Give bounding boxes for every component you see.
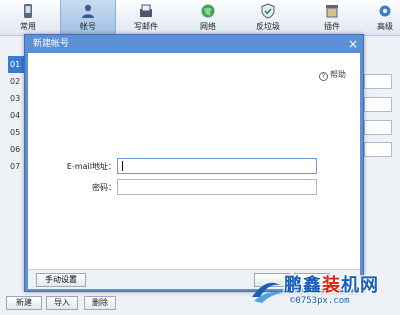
watermark: 鹏鑫装机网 ©0753px.com	[244, 269, 394, 311]
background-field[interactable]	[364, 74, 392, 89]
help-link[interactable]: ? 帮助	[319, 69, 346, 81]
toolbar-item-antispam[interactable]: 反垃圾	[240, 0, 296, 36]
close-icon[interactable]: ×	[348, 36, 358, 52]
toolbar-item-network[interactable]: 网络	[180, 0, 236, 36]
new-account-dialog: 新建帐号 × ? 帮助 E-mail地址： 密码： 手动设置	[24, 34, 364, 292]
toolbar-item-plugins[interactable]: 插件	[304, 0, 360, 36]
background-field[interactable]	[364, 142, 392, 157]
background-field[interactable]	[364, 97, 392, 112]
new-account-button[interactable]: 新建	[6, 296, 42, 310]
main-toolbar: 常用 帐号 写邮件 网络 反垃圾 插件 高级	[0, 0, 400, 36]
toolbar-label: 反垃圾	[256, 22, 280, 31]
dialog-body: ? 帮助 E-mail地址： 密码： 手动设置	[28, 53, 360, 289]
globe-icon	[201, 4, 215, 18]
delete-button[interactable]: 删除	[84, 296, 116, 310]
brand-logo-icon	[252, 282, 282, 303]
background-field[interactable]	[364, 120, 392, 135]
watermark-brand: 鹏鑫装机网	[284, 275, 379, 296]
compose-icon	[140, 4, 152, 17]
help-icon: ?	[319, 72, 328, 81]
toolbar-label: 插件	[324, 22, 340, 31]
password-label: 密码：	[92, 183, 116, 192]
import-button[interactable]: 导入	[46, 296, 78, 310]
phone-icon	[24, 4, 32, 18]
toolbar-label: 高级	[377, 22, 393, 31]
toolbar-label: 常用	[20, 22, 36, 31]
watermark-url: ©0753px.com	[290, 296, 350, 306]
toolbar-item-common[interactable]: 常用	[0, 0, 56, 36]
gear-icon	[379, 5, 391, 17]
plugin-icon	[326, 5, 338, 18]
user-icon	[82, 4, 94, 18]
help-label: 帮助	[330, 70, 346, 79]
email-label: E-mail地址：	[66, 162, 116, 171]
toolbar-label: 帐号	[80, 22, 96, 31]
manual-setup-button[interactable]: 手动设置	[36, 273, 86, 287]
password-field[interactable]	[117, 179, 317, 195]
shield-icon	[261, 3, 275, 19]
toolbar-item-account[interactable]: 帐号	[60, 0, 116, 36]
email-field[interactable]	[117, 158, 317, 174]
toolbar-label: 写邮件	[134, 22, 158, 31]
toolbar-label: 网络	[200, 22, 216, 31]
dialog-title: 新建帐号	[33, 39, 70, 49]
toolbar-item-advanced[interactable]: 高级	[360, 0, 400, 36]
toolbar-item-compose[interactable]: 写邮件	[118, 0, 174, 36]
text-caret	[122, 161, 123, 171]
